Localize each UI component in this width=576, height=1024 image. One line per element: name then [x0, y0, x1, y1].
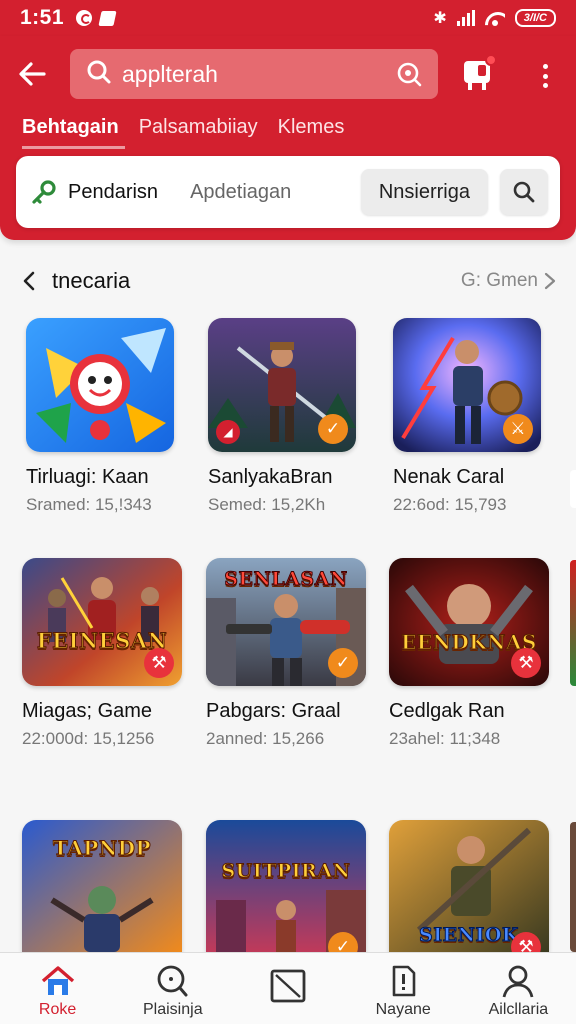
tab-klemes[interactable]: Klemes: [278, 116, 345, 149]
game-thumbnail[interactable]: EENDKNAS ⚒: [389, 558, 549, 686]
tab-palsamabiiay[interactable]: Palsamabiiay: [139, 116, 258, 149]
status-notification-icons: [76, 10, 117, 26]
next-card-peek: [570, 470, 576, 508]
tools-badge-icon: ⚔: [503, 414, 533, 444]
recording-icon: ◢: [216, 420, 240, 444]
battery-icon: 3/I/C: [514, 9, 556, 27]
game-meta: Semed: 15,2Kh: [208, 495, 326, 514]
notification-dot: [485, 54, 497, 66]
see-more-label: G: Gmen: [460, 270, 538, 291]
search-icon: [157, 965, 188, 997]
chevron-right-icon: [544, 272, 556, 290]
notification-icon: [392, 965, 416, 997]
game-thumbnail[interactable]: SENLASAN ✓: [206, 558, 366, 686]
game-title: Tirluagi: Kaan: [26, 466, 149, 488]
game-meta: 2anned: 15,266: [206, 729, 325, 748]
chevron-left-icon[interactable]: [18, 269, 42, 293]
game-thumbnail[interactable]: SUITPIRAN ✓: [206, 820, 366, 952]
game-title: SanlyakaBran: [208, 466, 333, 488]
nav-item-library[interactable]: [230, 953, 345, 1024]
check-badge-icon: ✓: [318, 414, 348, 444]
game-card[interactable]: FEINESAN ⚒ Miagas; Game 22:000d: 15,1256: [22, 558, 190, 749]
status-system-icons: ✱ 3/I/C: [433, 8, 556, 28]
game-thumbnail[interactable]: FEINESAN ⚒: [22, 558, 182, 686]
game-thumbnail[interactable]: SIENIOK ⚒: [389, 820, 549, 952]
tab-behtagain[interactable]: Behtagain: [22, 116, 125, 149]
game-logo-text: TAPNDP: [52, 836, 151, 861]
app-notification-icon: [76, 10, 93, 26]
more-options-icon[interactable]: [532, 60, 558, 92]
next-card-peek: [570, 560, 576, 686]
nav-label: Roke: [38, 1001, 77, 1018]
app-notification-icon: [98, 10, 117, 26]
game-thumbnail[interactable]: ⚔: [393, 318, 541, 452]
game-card[interactable]: SUITPIRAN ✓: [206, 820, 374, 966]
search-input[interactable]: applterah: [70, 49, 438, 99]
status-bar: 1:51 ✱ 3/I/C: [0, 0, 576, 36]
nav-item-account[interactable]: Ailcllaria: [461, 953, 576, 1024]
nav-item-search[interactable]: Plaisinja: [115, 953, 230, 1024]
library-icon: [270, 969, 306, 1003]
home-icon: [41, 966, 74, 995]
game-thumbnail[interactable]: [26, 318, 174, 452]
search-icon: [513, 181, 535, 203]
game-title: Miagas; Game: [22, 700, 153, 722]
back-arrow-icon[interactable]: [14, 56, 50, 92]
see-more-link[interactable]: G: Gmen: [461, 270, 558, 292]
nav-label: Nayane: [375, 1001, 431, 1018]
filter-chip-primary[interactable]: Pendarisn: [68, 181, 158, 204]
nav-label: Ailcllaria: [488, 1001, 549, 1018]
game-title: Nenak Caral: [393, 466, 505, 488]
bluetooth-icon: ✱: [433, 10, 447, 27]
account-icon: [503, 965, 534, 998]
game-card[interactable]: SENLASAN ✓ Pabgars: Graal 2anned: 15,266: [206, 558, 374, 749]
key-icon: [30, 178, 58, 206]
nav-label: Plaisinja: [143, 1001, 203, 1018]
tools-badge-icon: ⚒: [144, 648, 174, 678]
filter-button[interactable]: Nnsierriga: [360, 169, 488, 215]
game-card[interactable]: Tirluagi: Kaan Sramed: 15,!343: [26, 318, 194, 515]
game-logo-text: SUITPIRAN: [221, 860, 351, 883]
game-meta: 22:6od: 15,793: [393, 495, 507, 514]
filter-chip-secondary[interactable]: Apdetiagan: [190, 181, 291, 204]
nav-item-notifications[interactable]: Nayane: [346, 953, 461, 1024]
game-thumbnail[interactable]: TAPNDP: [22, 820, 182, 952]
next-card-peek: [570, 822, 576, 952]
game-title: Cedlgak Ran: [389, 700, 505, 722]
nav-item-home[interactable]: Roke: [0, 953, 115, 1024]
game-title: Pabgars: Graal: [206, 700, 341, 722]
game-logo-text: SENLASAN: [224, 568, 348, 591]
game-card[interactable]: SIENIOK ⚒: [389, 820, 557, 966]
game-card[interactable]: ⚔ Nenak Caral 22:6od: 15,793: [393, 318, 561, 515]
bottom-navigation: Roke Plaisinja Nayane Ailcllaria: [0, 952, 576, 1024]
game-meta: Sramed: 15,!343: [26, 495, 152, 514]
filter-bar: Pendarisn Apdetiagan Nnsierriga: [16, 156, 560, 228]
search-query[interactable]: applterah: [122, 61, 394, 88]
section-header: tnecaria G: Gmen: [18, 262, 558, 300]
check-badge-icon: ✓: [328, 648, 358, 678]
game-meta: 23ahel: 11;348: [389, 729, 501, 748]
search-icon: [86, 59, 112, 90]
cart-icon[interactable]: [459, 54, 497, 94]
filter-search-button[interactable]: [500, 169, 548, 215]
voice-search-icon[interactable]: [394, 59, 424, 89]
section-title: tnecaria: [52, 268, 131, 293]
tools-badge-icon: ⚒: [511, 648, 541, 678]
game-meta: 22:000d: 15,1256: [22, 729, 155, 748]
app-header: applterah Behtagain Palsamabiiay Klemes …: [0, 36, 576, 240]
game-thumbnail[interactable]: ◢ ✓: [208, 318, 356, 452]
signal-icon: [456, 10, 475, 26]
status-time: 1:51: [20, 6, 65, 29]
wifi-icon: [485, 10, 505, 26]
category-tabs: Behtagain Palsamabiiay Klemes: [22, 116, 344, 149]
game-card[interactable]: EENDKNAS ⚒ Cedlgak Ran 23ahel: 11;348: [389, 558, 557, 749]
game-card[interactable]: ◢ ✓ SanlyakaBran Semed: 15,2Kh: [208, 318, 376, 515]
game-card[interactable]: TAPNDP: [22, 820, 190, 966]
